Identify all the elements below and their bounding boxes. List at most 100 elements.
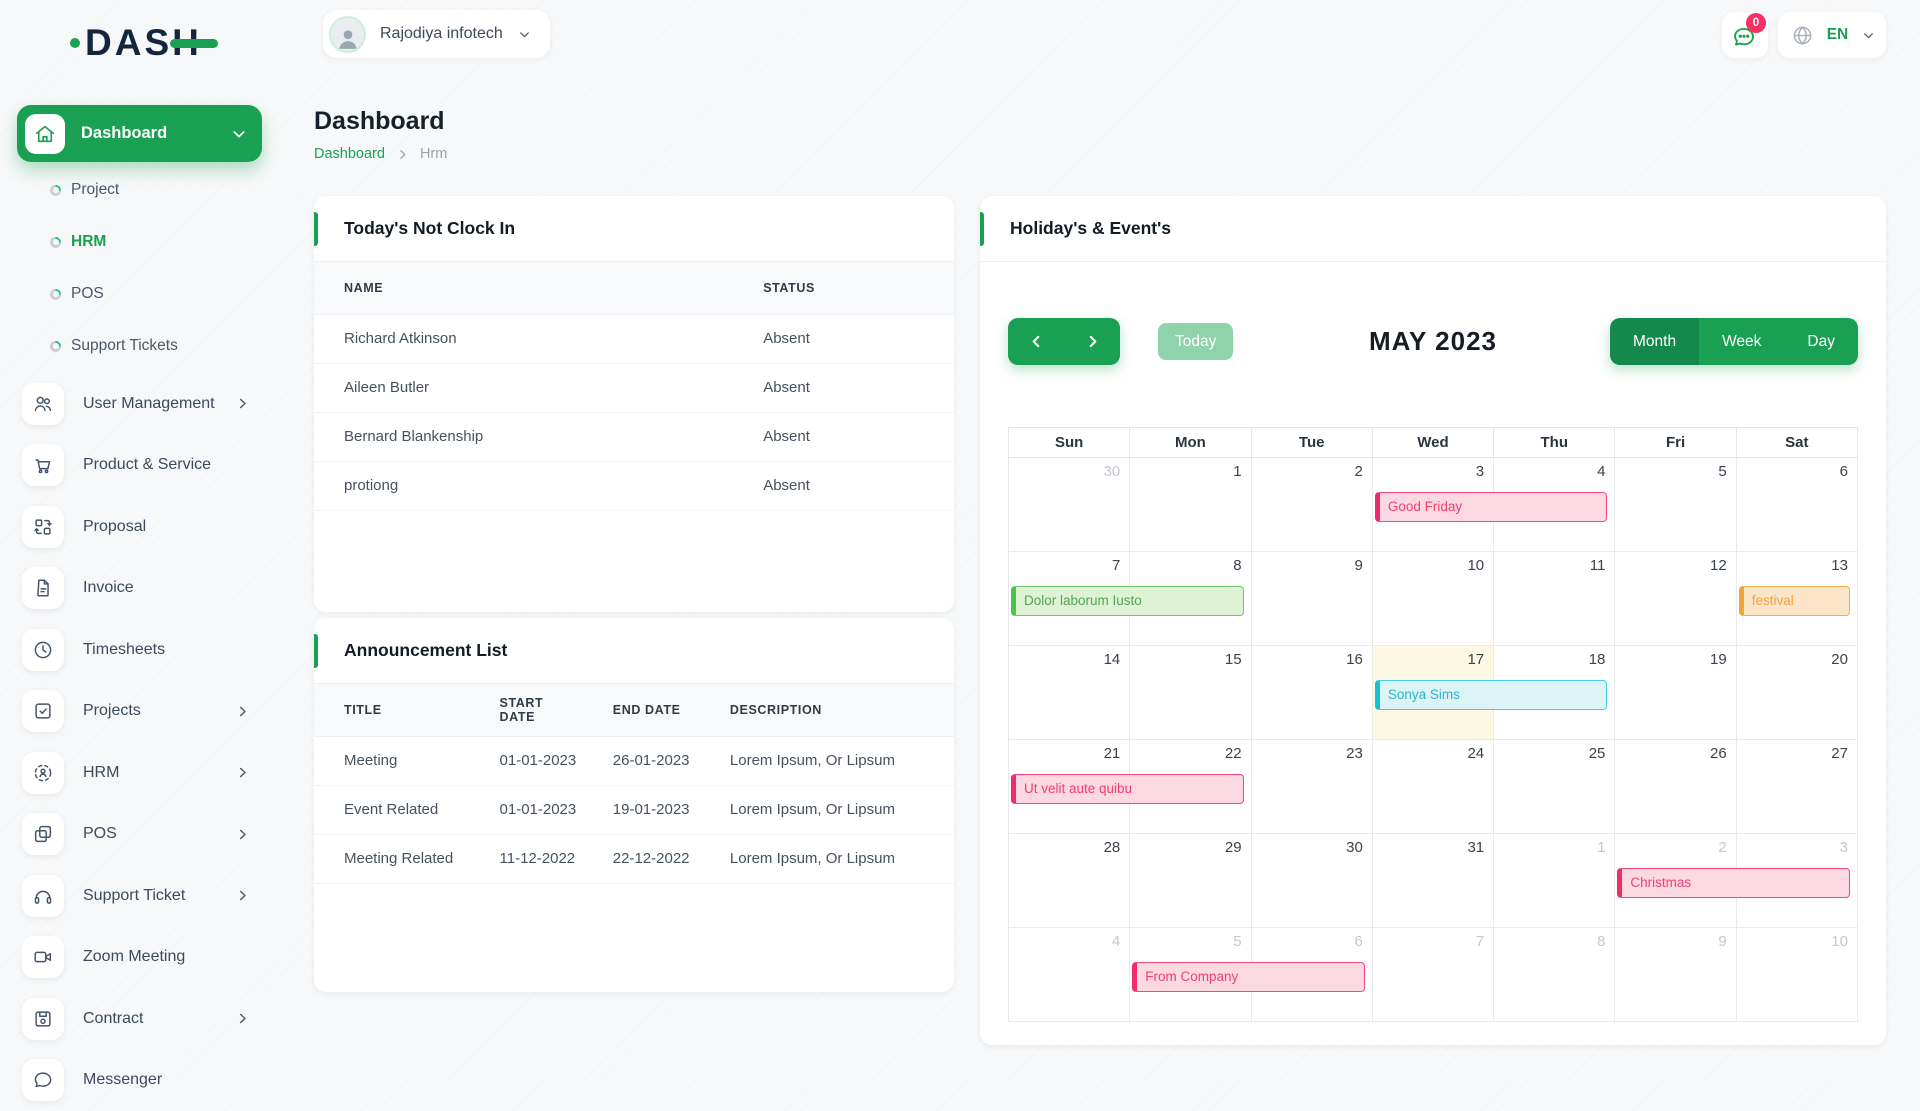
calendar-day-cell[interactable]: 12 [1615,552,1736,646]
calendar-day-cell[interactable]: 2 [1252,458,1373,552]
sidebar-item-hrm[interactable]: HRM [0,742,288,804]
view-week-button[interactable]: Week [1699,318,1784,365]
day-header-fri: Fri [1615,428,1736,458]
sidebar-item-timesheets[interactable]: Timesheets [0,619,288,681]
sidebar-item-proposal[interactable]: Proposal [0,496,288,558]
sidebar-item-support-ticket[interactable]: Support Ticket [0,865,288,927]
calendar-day-cell[interactable]: 25 [1494,740,1615,834]
table-cell: 11-12-2022 [470,834,583,883]
calendar-day-cell[interactable]: 9 [1252,552,1373,646]
calendar-day-cell[interactable]: 31 [1373,834,1494,928]
calendar-day-cell[interactable]: 5 [1615,458,1736,552]
calendar-event[interactable]: Ut velit aute quibu [1011,774,1244,804]
calendar-day-cell[interactable]: 11 [1494,552,1615,646]
sidebar-item-zoom-meeting[interactable]: Zoom Meeting [0,927,288,989]
company-selector[interactable]: Rajodiya infotech [323,10,550,58]
sidebar-item-contract[interactable]: Contract [0,988,288,1050]
sidebar-item-label: Support Ticket [83,887,235,905]
language-selector[interactable]: EN [1778,12,1886,58]
calendar-day-cell[interactable]: 14 [1009,646,1130,740]
sidebar-subitem-project[interactable]: Project [0,164,288,216]
chevron-right-icon [396,148,409,161]
sidebar-menu: User ManagementProduct & ServiceProposal… [0,373,288,1111]
calendar-day-cell[interactable]: 30 [1252,834,1373,928]
invoice-file-icon [22,567,64,609]
sidebar-item-pos[interactable]: POS [0,804,288,866]
sidebar-item-label: Invoice [83,579,288,597]
calendar-day-cell[interactable]: 1 [1130,458,1251,552]
calendar-day-cell[interactable]: 20 [1737,646,1858,740]
calendar-day-cell[interactable]: 24 [1373,740,1494,834]
calendar-week-row: 78910111213Dolor laborum Iustofestival [1009,552,1858,646]
calendar-day-cell[interactable]: 29 [1130,834,1251,928]
app-logo[interactable]: DASH [70,24,202,61]
holidays-events-panel: Holiday's & Event's Today MAY 2023 Month… [980,196,1886,1045]
calendar-day-cell[interactable]: 16 [1252,646,1373,740]
person-focus-icon [22,752,64,794]
calendar-day-cell[interactable]: 10 [1737,928,1858,1022]
chevron-right-icon [235,765,250,780]
calendar-day-cell[interactable]: 15 [1130,646,1251,740]
calendar-day-cell[interactable]: 9 [1615,928,1736,1022]
day-header-thu: Thu [1494,428,1615,458]
sidebar-subitem-pos[interactable]: POS [0,268,288,320]
sidebar-item-projects[interactable]: Projects [0,681,288,743]
calendar-day-cell[interactable]: 26 [1615,740,1736,834]
calendar-week-row: 14151617181920Sonya Sims [1009,646,1858,740]
panel-title: Holiday's & Event's [1010,218,1171,239]
sidebar-item-product-service[interactable]: Product & Service [0,435,288,497]
sidebar-item-label: Messenger [83,1071,288,1089]
sidebar-item-user-management[interactable]: User Management [0,373,288,435]
calendar-event[interactable]: From Company [1132,962,1365,992]
calendar-day-cell[interactable]: 19 [1615,646,1736,740]
day-header-wed: Wed [1373,428,1494,458]
not-clock-in-panel: Today's Not Clock In NAMESTATUS Richard … [314,196,954,612]
calendar-event[interactable]: festival [1739,586,1850,616]
breadcrumb: Dashboard Hrm [314,146,447,162]
logo-dash-icon [170,39,218,48]
sidebar-item-label: POS [83,825,235,843]
calendar-day-cell[interactable]: 28 [1009,834,1130,928]
table-cell: Meeting Related [314,834,470,883]
calendar-day-cell[interactable]: 1 [1494,834,1615,928]
notification-badge: 0 [1746,13,1766,33]
calendar-day-cell[interactable]: 4 [1009,928,1130,1022]
table-cell: Aileen Butler [314,363,733,412]
calendar-event[interactable]: Sonya Sims [1375,680,1608,710]
breadcrumb-link[interactable]: Dashboard [314,146,385,162]
sidebar-item-messenger[interactable]: Messenger [0,1050,288,1111]
calendar-day-cell[interactable]: 30 [1009,458,1130,552]
calendar-day-cell[interactable]: 10 [1373,552,1494,646]
announcement-table: TITLESTART DATEEND DATEDESCRIPTION Meeti… [314,684,954,884]
sidebar-item-label: HRM [83,764,235,782]
shopping-cart-icon [22,444,64,486]
calendar-event[interactable]: Dolor laborum Iusto [1011,586,1244,616]
bullet-icon [50,341,61,352]
sidebar-item-invoice[interactable]: Invoice [0,558,288,620]
calendar-event[interactable]: Christmas [1617,868,1850,898]
logo-dot-icon [70,38,80,48]
users-icon [22,383,64,425]
table-cell: Bernard Blankenship [314,412,733,461]
calendar-grid: SunMonTueWedThuFriSat 30123456Good Frida… [1008,427,1858,1022]
sidebar-subitem-support-tickets[interactable]: Support Tickets [0,320,288,372]
calendar-day-cell[interactable]: 23 [1252,740,1373,834]
sidebar-subitem-hrm[interactable]: HRM [0,216,288,268]
language-code: EN [1823,26,1852,44]
messages-button[interactable]: 0 [1722,12,1768,58]
calendar-day-cell[interactable]: 27 [1737,740,1858,834]
table-cell: Richard Atkinson [314,314,733,363]
sidebar-item-dashboard[interactable]: Dashboard [17,105,262,162]
sidebar-subitem-label: Project [71,181,119,199]
calendar-event[interactable]: Good Friday [1375,492,1608,522]
announcement-panel: Announcement List TITLESTART DATEEND DAT… [314,618,954,992]
calendar-day-cell[interactable]: 6 [1737,458,1858,552]
calendar-day-cell[interactable]: 8 [1494,928,1615,1022]
calendar-day-cell[interactable]: 7 [1373,928,1494,1022]
table-cell: 22-12-2022 [583,834,700,883]
view-month-button[interactable]: Month [1610,318,1699,365]
panel-header: Announcement List [314,618,954,684]
view-day-button[interactable]: Day [1784,318,1858,365]
not-clock-in-table: NAMESTATUS Richard AtkinsonAbsentAileen … [314,262,954,511]
chevron-down-icon [1861,28,1876,43]
